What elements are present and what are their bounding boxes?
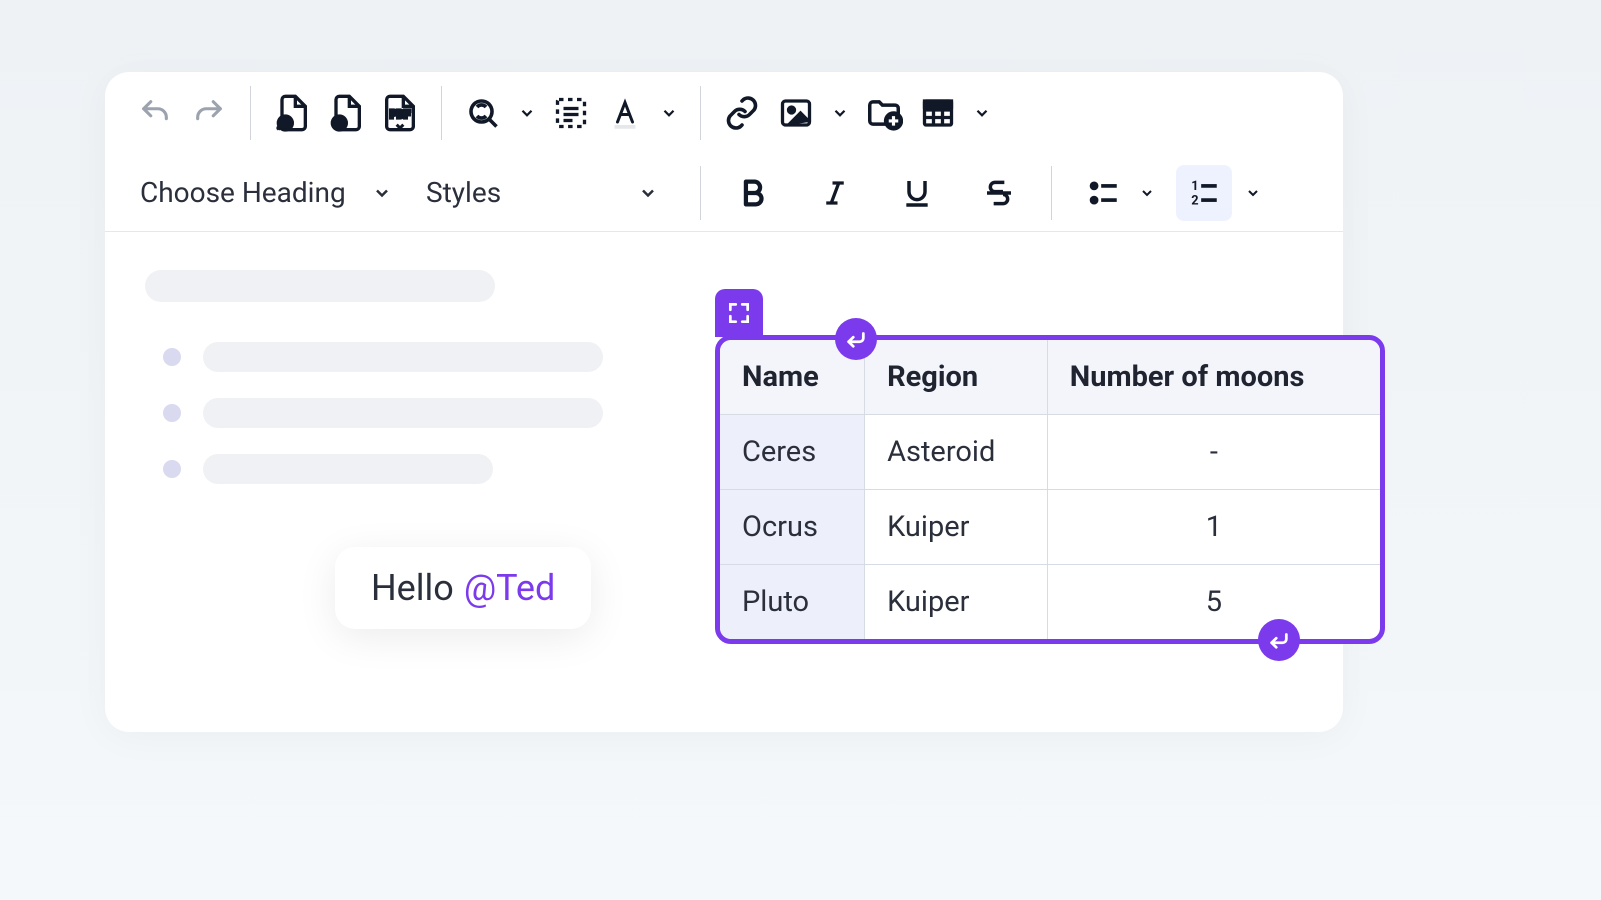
select-all-button[interactable] xyxy=(546,88,596,138)
placeholder-line xyxy=(145,270,495,302)
separator xyxy=(250,86,251,140)
table-expand-handle[interactable] xyxy=(715,289,763,337)
insert-table-dropdown[interactable] xyxy=(967,88,997,138)
table-widget[interactable]: Name Region Number of moons Ceres Astero… xyxy=(715,335,1385,644)
bold-button[interactable] xyxy=(725,165,781,221)
strikethrough-button[interactable] xyxy=(971,165,1027,221)
folder-add-button[interactable] xyxy=(859,88,909,138)
table-cell[interactable]: Kuiper xyxy=(865,565,1048,640)
table-row: Ceres Asteroid - xyxy=(720,415,1380,490)
table-cell[interactable]: - xyxy=(1047,415,1380,490)
import-word-button[interactable]: W xyxy=(267,88,317,138)
numbered-list-button[interactable]: 12 xyxy=(1176,165,1232,221)
table-insert-before-icon[interactable] xyxy=(835,318,877,360)
mention-name[interactable]: @Ted xyxy=(464,567,555,609)
undo-button[interactable] xyxy=(130,88,180,138)
table-cell[interactable]: Asteroid xyxy=(865,415,1048,490)
table-insert-after-icon[interactable] xyxy=(1258,619,1300,661)
placeholder-line xyxy=(203,454,493,484)
data-table[interactable]: Name Region Number of moons Ceres Astero… xyxy=(720,340,1380,639)
styles-dropdown-label: Styles xyxy=(426,176,501,209)
placeholder-bullet xyxy=(163,348,181,366)
placeholder-line xyxy=(203,398,603,428)
table-cell[interactable]: Pluto xyxy=(720,565,865,640)
export-word-button[interactable]: W xyxy=(321,88,371,138)
mention-text: Hello xyxy=(371,567,454,609)
table-row: Ocrus Kuiper 1 xyxy=(720,490,1380,565)
font-color-button[interactable] xyxy=(600,88,650,138)
image-dropdown[interactable] xyxy=(825,88,855,138)
table-header-row: Name Region Number of moons xyxy=(720,340,1380,415)
mention-chip: Hello @Ted xyxy=(335,547,591,629)
heading-dropdown[interactable]: Choose Heading xyxy=(130,166,410,220)
separator xyxy=(700,86,701,140)
table-header-cell[interactable]: Number of moons xyxy=(1047,340,1380,415)
export-pdf-button[interactable]: PDF xyxy=(375,88,425,138)
svg-text:W: W xyxy=(281,119,290,130)
toolbar-secondary: Choose Heading Styles xyxy=(105,154,1343,232)
svg-text:W: W xyxy=(335,119,344,130)
svg-text:2: 2 xyxy=(1191,193,1198,208)
placeholder-bullet xyxy=(163,404,181,422)
table-header-cell[interactable]: Region xyxy=(865,340,1048,415)
bullet-list-button[interactable] xyxy=(1076,165,1132,221)
numbered-list-dropdown[interactable] xyxy=(1238,165,1268,221)
separator xyxy=(1051,166,1052,220)
heading-dropdown-label: Choose Heading xyxy=(140,176,346,209)
placeholder-bullet xyxy=(163,460,181,478)
table-cell[interactable]: Ceres xyxy=(720,415,865,490)
table-cell[interactable]: Kuiper xyxy=(865,490,1048,565)
table-cell[interactable]: 1 xyxy=(1047,490,1380,565)
svg-text:1: 1 xyxy=(1191,179,1198,194)
insert-table-button[interactable] xyxy=(913,88,963,138)
underline-button[interactable] xyxy=(889,165,945,221)
image-button[interactable] xyxy=(771,88,821,138)
font-color-dropdown[interactable] xyxy=(654,88,684,138)
svg-text:PDF: PDF xyxy=(390,108,410,121)
redo-button[interactable] xyxy=(184,88,234,138)
separator xyxy=(441,86,442,140)
find-replace-dropdown[interactable] xyxy=(512,88,542,138)
italic-button[interactable] xyxy=(807,165,863,221)
find-replace-button[interactable] xyxy=(458,88,508,138)
bullet-list-dropdown[interactable] xyxy=(1132,165,1162,221)
styles-dropdown[interactable]: Styles xyxy=(416,166,676,220)
table-cell[interactable]: Ocrus xyxy=(720,490,865,565)
table-cell[interactable]: 5 xyxy=(1047,565,1380,640)
placeholder-line xyxy=(203,342,603,372)
toolbar-primary: W W PDF xyxy=(105,72,1343,154)
link-button[interactable] xyxy=(717,88,767,138)
separator xyxy=(700,166,701,220)
